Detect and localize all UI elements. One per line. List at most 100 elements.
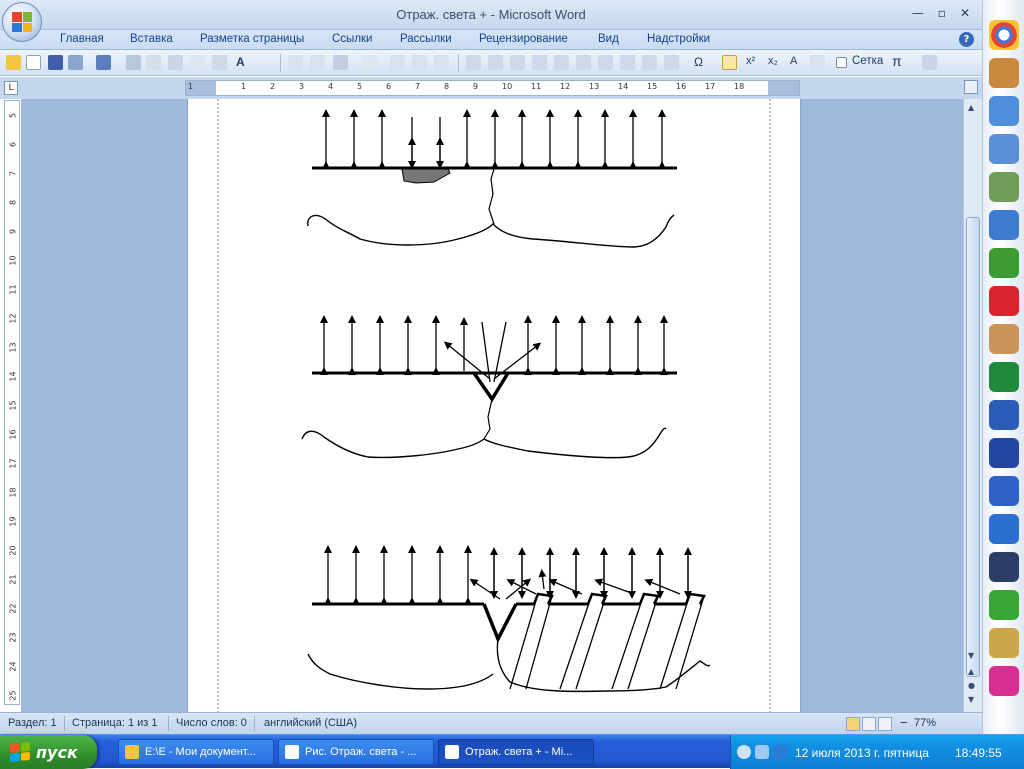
next-page-icon[interactable]: ▼ <box>968 695 974 704</box>
zoom-level[interactable]: 77% <box>914 717 936 729</box>
minimize-button[interactable]: — <box>912 6 924 20</box>
scroll-thumb[interactable] <box>966 217 980 677</box>
undo-icon[interactable] <box>96 55 111 70</box>
spelling-icon[interactable] <box>168 55 183 70</box>
help-icon[interactable]: ? <box>959 32 974 47</box>
equation-button[interactable]: π <box>892 53 902 69</box>
split-cells-icon[interactable] <box>598 55 613 70</box>
grid-checkbox[interactable] <box>836 57 847 68</box>
info-icon[interactable] <box>989 476 1019 506</box>
document-area[interactable] <box>21 99 963 712</box>
folder-app-icon[interactable] <box>989 58 1019 88</box>
close-button[interactable]: ✕ <box>960 6 970 20</box>
table-icon[interactable] <box>212 55 227 70</box>
folder-icon[interactable] <box>989 628 1019 658</box>
web-view-icon[interactable] <box>878 717 892 731</box>
tab-addins[interactable]: Надстройки <box>647 33 710 45</box>
network-icon[interactable] <box>755 745 769 759</box>
wireless-icon[interactable] <box>989 590 1019 620</box>
insert-column-icon[interactable] <box>532 55 547 70</box>
magnifier-app-icon[interactable] <box>989 666 1019 696</box>
search-app-icon[interactable] <box>989 134 1019 164</box>
print-layout-view-icon[interactable] <box>846 717 860 731</box>
delete-row-icon[interactable] <box>554 55 569 70</box>
print-icon[interactable] <box>68 55 83 70</box>
office-button[interactable] <box>2 2 42 42</box>
font-style-button[interactable]: A <box>236 55 245 69</box>
format-painter-icon[interactable] <box>722 55 737 70</box>
display-icon[interactable] <box>989 552 1019 582</box>
taskbar-item-doc-1[interactable]: Рис. Отраж. света - ... <box>278 739 434 765</box>
columns-icon[interactable] <box>466 55 481 70</box>
new-document-icon[interactable] <box>26 55 41 70</box>
paragraph-icon[interactable] <box>190 55 205 70</box>
tab-page-layout[interactable]: Разметка страницы <box>200 33 304 45</box>
delete-column-icon[interactable] <box>576 55 591 70</box>
vertical-scrollbar[interactable]: ▲ ▼ ▲ ● ▼ <box>963 99 982 712</box>
chrome-icon[interactable] <box>989 20 1019 50</box>
insert-row-icon[interactable] <box>510 55 525 70</box>
scanner-icon[interactable] <box>989 210 1019 240</box>
k-app-icon[interactable] <box>989 514 1019 544</box>
crop-icon[interactable] <box>310 55 325 70</box>
redo-icon[interactable] <box>126 55 141 70</box>
start-button[interactable]: пуск <box>0 735 97 769</box>
status-language[interactable]: английский (США) <box>264 717 357 729</box>
align-icon[interactable] <box>288 55 303 70</box>
page-break-icon[interactable] <box>664 55 679 70</box>
disc-icon[interactable] <box>989 96 1019 126</box>
edit-icon[interactable] <box>922 55 937 70</box>
document-page[interactable] <box>187 99 801 712</box>
tray-clock[interactable]: 18:49:55 <box>955 746 1002 760</box>
scroll-up-icon[interactable]: ▲ <box>968 103 974 112</box>
horizontal-ruler[interactable]: 1 1 2 3 4 5 6 7 8 9 10 11 12 13 14 15 16 17 18 <box>185 80 800 96</box>
font-shrink-button[interactable]: A <box>790 55 797 67</box>
zoom-out-button[interactable]: − <box>900 715 908 730</box>
save-icon[interactable] <box>48 55 63 70</box>
insert-table-icon[interactable] <box>412 55 427 70</box>
scroll-down-icon[interactable]: ▼ <box>968 651 974 660</box>
save-app-icon[interactable] <box>989 438 1019 468</box>
word-icon[interactable] <box>989 400 1019 430</box>
merge-cells-icon[interactable] <box>434 55 449 70</box>
distribute-icon[interactable] <box>620 55 635 70</box>
rows-icon[interactable] <box>488 55 503 70</box>
browse-object-icon[interactable]: ● <box>968 681 975 690</box>
superscript-button[interactable]: x² <box>746 55 755 67</box>
archive-icon[interactable] <box>989 172 1019 202</box>
spellcheck-icon[interactable] <box>810 55 825 70</box>
tab-home[interactable]: Главная <box>60 33 104 45</box>
ruler-toggle-icon[interactable] <box>964 80 978 94</box>
taskbar-item-explorer[interactable]: E:\E - Мои документ... <box>118 739 274 765</box>
excel-icon[interactable] <box>989 362 1019 392</box>
vertical-ruler[interactable]: 5 6 7 8 9 10 11 12 13 14 15 16 17 18 19 20 21 22 23 24 25 <box>4 100 20 705</box>
tab-review[interactable]: Рецензирование <box>479 33 568 45</box>
tab-mailings[interactable]: Рассылки <box>400 33 452 45</box>
open-folder-icon[interactable] <box>6 55 21 70</box>
status-word-count[interactable]: Число слов: 0 <box>176 717 247 729</box>
status-section[interactable]: Раздел: 1 <box>8 717 57 729</box>
text-direction-icon[interactable] <box>642 55 657 70</box>
status-page[interactable]: Страница: 1 из 1 <box>72 717 158 729</box>
tab-references[interactable]: Ссылки <box>332 33 373 45</box>
opera-icon[interactable] <box>989 286 1019 316</box>
android-icon[interactable] <box>989 248 1019 278</box>
shield-icon[interactable] <box>773 745 787 759</box>
subscript-button[interactable]: x₂ <box>768 55 778 67</box>
tab-view[interactable]: Вид <box>598 33 619 45</box>
tray-date[interactable]: 12 июля 2013 г. пятница <box>795 746 929 760</box>
brightness-icon[interactable] <box>362 55 377 70</box>
ruler-number: 11 <box>8 284 18 295</box>
symbol-button[interactable]: Ω <box>694 55 703 69</box>
print-preview-icon[interactable] <box>146 55 161 70</box>
restore-button[interactable]: ▫ <box>938 6 946 20</box>
tab-selector-button[interactable]: L <box>4 81 18 95</box>
back-arrow-icon[interactable] <box>737 745 751 759</box>
taskbar-item-doc-2[interactable]: Отраж. света + - Mi... <box>438 739 594 765</box>
previous-page-icon[interactable]: ▲ <box>968 667 974 676</box>
tab-insert[interactable]: Вставка <box>130 33 173 45</box>
notebook-icon[interactable] <box>989 324 1019 354</box>
grid-table-icon[interactable] <box>390 55 405 70</box>
full-screen-view-icon[interactable] <box>862 717 876 731</box>
contrast-icon[interactable] <box>333 55 348 70</box>
